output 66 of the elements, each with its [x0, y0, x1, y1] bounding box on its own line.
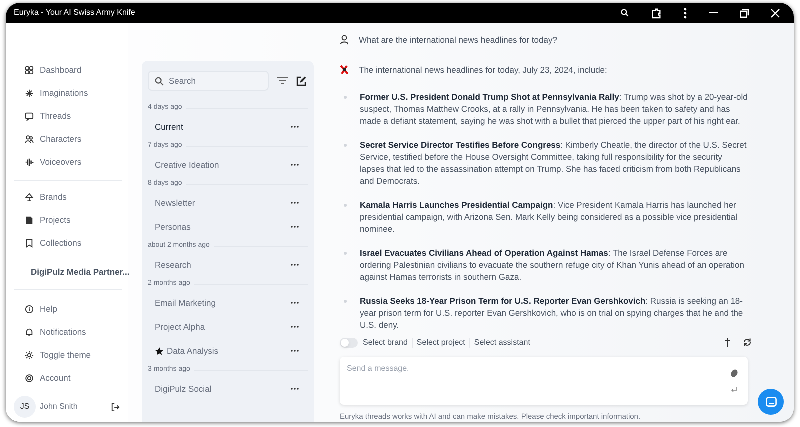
compose-icon[interactable]: [296, 76, 307, 86]
sidebar-item[interactable]: Help: [14, 298, 122, 321]
search-field[interactable]: Search: [148, 71, 269, 91]
sun-icon: [25, 351, 34, 360]
thread-item[interactable]: Data Analysis: [148, 339, 308, 363]
people-icon: [25, 135, 34, 144]
sparkle-icon: [25, 89, 34, 98]
restore-icon[interactable]: [740, 8, 749, 18]
settings-icon: [25, 374, 34, 383]
filter-icon[interactable]: [277, 77, 288, 85]
sidebar-item[interactable]: Toggle theme: [14, 344, 122, 367]
enter-icon[interactable]: [731, 386, 738, 392]
chat-icon: [25, 112, 34, 121]
sidebar-item[interactable]: Dashboard: [14, 59, 122, 82]
sidebar-item[interactable]: Characters: [14, 128, 122, 151]
thread-item[interactable]: DigiPulz Social: [148, 377, 308, 401]
user-avatar[interactable]: JS: [14, 396, 36, 418]
help-icon: [25, 305, 34, 314]
select-dropdown[interactable]: Select project: [416, 336, 466, 348]
close-icon[interactable]: [771, 8, 780, 18]
sidebar-item[interactable]: Account: [14, 367, 122, 390]
thread-item[interactable]: Research: [148, 253, 308, 277]
sidebar-item[interactable]: Threads: [14, 105, 122, 128]
assistant-logo-icon: [340, 65, 349, 76]
thread-item[interactable]: Current: [148, 115, 308, 139]
select-dropdown[interactable]: Select brand: [363, 336, 408, 348]
thread-item[interactable]: Creative Ideation: [148, 153, 308, 177]
window-title: Euryka - Your AI Swiss Army Knife: [14, 7, 136, 19]
sidebar-item[interactable]: Voiceovers: [14, 151, 122, 174]
bell-icon: [25, 328, 34, 337]
chat-icon: [766, 397, 776, 407]
thread-item[interactable]: Email Marketing: [148, 291, 308, 315]
waveform-icon: [25, 158, 34, 167]
grid-icon: [25, 66, 34, 75]
logout-icon[interactable]: [111, 402, 120, 412]
workspace-name[interactable]: DigiPulz Media Partner...: [31, 266, 130, 278]
refresh-icon[interactable]: [743, 338, 752, 347]
toggle-switch[interactable]: [340, 338, 358, 348]
news-item-text: Former U.S. President Donald Trump Shot at Pennsylvania Rally: Trump was shot by a 20-year-old suspect, Thomas Matthew Crooks, at a rally in Pennsylvania. He has been taken to safety and has made a defiant statement, saying he was shot with a bullet that pierced the upper part of his right ear.: [360, 90, 748, 126]
select-dropdown[interactable]: Select assistant: [474, 336, 530, 348]
sidebar-item[interactable]: Collections: [14, 232, 122, 255]
sidebar-item[interactable]: Projects: [14, 209, 122, 232]
sidebar-item[interactable]: Brands: [14, 186, 122, 209]
search-icon: [155, 76, 164, 86]
news-item-text: Russia Seeks 18-Year Prison Term for U.S. Reporter Evan Gershkovich: Russia is seeking an 18-year prison term for U.S. reporter Evan Gershkovich, who is on trial on spying charges that he and the U.S. deny.: [360, 294, 744, 330]
document-icon: [25, 216, 34, 225]
message-input[interactable]: Send a message.: [340, 356, 748, 405]
assistant-message: The international news headlines for today, July 23, 2024, include:: [359, 64, 608, 76]
sidebar-item[interactable]: Notifications: [14, 321, 122, 344]
bookmark-icon: [25, 239, 34, 248]
search-input[interactable]: Search: [169, 74, 259, 88]
sidebar-item[interactable]: Imaginations: [14, 82, 122, 105]
puzzle-icon[interactable]: [651, 8, 662, 18]
user-icon: [340, 35, 349, 46]
news-item-text: Kamala Harris Launches Presidential Campaign: Vice President Kamala Harris has launched her presidential campaign, with Arizona Sen. Mark Kelly being considered as a possible vice presidential nominee.: [360, 198, 739, 234]
user-message: What are the international news headlines for today?: [359, 34, 558, 47]
star-icon: [155, 346, 164, 356]
thread-item[interactable]: Personas: [148, 215, 308, 239]
news-item-text: Secret Service Director Testifies Before Congress: Kimberly Cheatle, the director of the U.S. Secret Service, testified before the House Oversight Committee, taking full responsibility for the security lapses that led to the assassination attempt on Trump. She has faced criticism from both Republicans and Democrats.: [360, 138, 748, 186]
user-name: John Snith: [40, 401, 79, 413]
minimize-icon[interactable]: [709, 12, 718, 14]
thread-item[interactable]: Project Alpha: [148, 315, 308, 339]
news-item-text: Israel Evacuates Civilians Ahead of Operation Against Hamas: The Israel Defense Forces are ordering Palestinian civilians to evacuate the southern refuge city of Khan Yunis ahead of an operation against Hamas terrorists in southern Gaza.: [360, 246, 746, 282]
thread-item[interactable]: Newsletter: [148, 191, 308, 215]
search-icon[interactable]: [621, 9, 629, 17]
more-icon[interactable]: [684, 8, 687, 18]
